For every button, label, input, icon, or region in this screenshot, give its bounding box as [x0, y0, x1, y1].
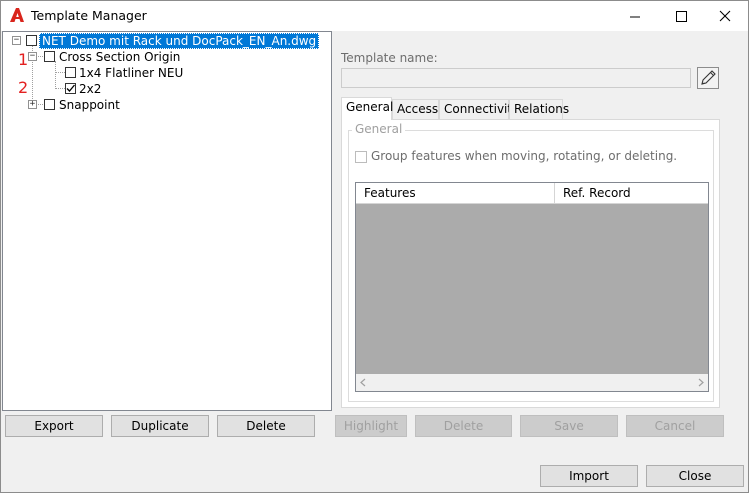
highlight-button[interactable]: Highlight — [335, 415, 407, 437]
cross-section-checkbox[interactable] — [44, 51, 55, 62]
tree-item-label: 1x4 Flatliner NEU — [79, 66, 184, 80]
root-checkbox[interactable] — [26, 35, 37, 46]
tab-relations[interactable]: Relations — [509, 99, 569, 119]
features-grid[interactable]: Features Ref. Record — [355, 182, 709, 392]
minimize-icon — [630, 16, 640, 18]
template-name-label: Template name: — [341, 51, 438, 65]
cancel-button[interactable]: Cancel — [626, 415, 724, 437]
tree-item-snappoint[interactable]: Snappoint — [59, 97, 120, 113]
template-tree[interactable]: − NET Demo mit Rack und DocPack_EN_An.dw… — [2, 31, 332, 411]
2x2-checkbox[interactable] — [65, 83, 76, 94]
tab-access[interactable]: Access — [392, 99, 439, 119]
annotation-1: 1 — [18, 50, 29, 69]
column-header-label: Ref. Record — [563, 186, 631, 200]
flatliner-checkbox[interactable] — [65, 67, 76, 78]
column-header-features[interactable]: Features — [356, 183, 555, 203]
snappoint-checkbox[interactable] — [44, 99, 55, 110]
delete-feature-button[interactable]: Delete — [415, 415, 512, 437]
checkmark-icon — [66, 84, 75, 92]
group-features-checkbox[interactable] — [355, 151, 367, 163]
column-header-ref-record[interactable]: Ref. Record — [555, 183, 708, 203]
scroll-right-icon[interactable] — [697, 378, 705, 387]
template-name-input[interactable] — [341, 68, 691, 88]
pencil-icon — [701, 70, 716, 85]
column-header-label: Features — [364, 186, 416, 200]
close-window-button[interactable] — [702, 2, 748, 31]
tree-item-cross-section-origin[interactable]: Cross Section Origin — [59, 49, 180, 65]
tree-item-label: Snappoint — [59, 98, 120, 112]
tree-connector — [55, 88, 65, 89]
minimize-button[interactable] — [612, 2, 658, 31]
tree-connector — [55, 61, 56, 89]
tree-item-label: 2x2 — [79, 82, 102, 96]
annotation-2: 2 — [18, 78, 29, 97]
tab-connectivity[interactable]: Connectivity — [439, 99, 519, 119]
save-button[interactable]: Save — [520, 415, 618, 437]
close-icon — [719, 10, 731, 22]
tree-item-label: Cross Section Origin — [59, 50, 181, 64]
tab-general[interactable]: General — [341, 97, 393, 120]
import-button[interactable]: Import — [540, 465, 638, 487]
scroll-left-icon[interactable] — [359, 378, 367, 387]
grid-header: Features Ref. Record — [356, 183, 708, 204]
edit-name-button[interactable] — [697, 67, 719, 89]
maximize-button[interactable] — [658, 2, 704, 31]
tree-root-label: NET Demo mit Rack und DocPack_EN_An.dwg — [42, 34, 317, 48]
window-title: Template Manager — [31, 8, 147, 23]
export-button[interactable]: Export — [5, 415, 103, 437]
horizontal-scrollbar[interactable] — [356, 374, 708, 391]
duplicate-button[interactable]: Duplicate — [111, 415, 209, 437]
collapse-root-toggle[interactable]: − — [12, 36, 21, 45]
group-title: General — [352, 122, 406, 136]
delete-template-button[interactable]: Delete — [217, 415, 315, 437]
close-button[interactable]: Close — [646, 465, 744, 487]
collapse-cross-section-toggle[interactable]: − — [28, 52, 37, 61]
tree-item-2x2[interactable]: 2x2 — [79, 81, 101, 97]
tree-connector — [55, 72, 65, 73]
group-features-label: Group features when moving, rotating, or… — [371, 149, 678, 163]
title-bar: Template Manager — [1, 1, 748, 31]
expand-snappoint-toggle[interactable]: + — [28, 100, 37, 109]
tree-item-1x4-flatliner[interactable]: 1x4 Flatliner NEU — [79, 65, 183, 81]
autocad-logo-icon — [10, 8, 24, 22]
maximize-icon — [676, 11, 687, 22]
tree-root-item[interactable]: NET Demo mit Rack und DocPack_EN_An.dwg — [39, 33, 320, 49]
tab-panel-general: General Group features when moving, rota… — [341, 119, 720, 408]
